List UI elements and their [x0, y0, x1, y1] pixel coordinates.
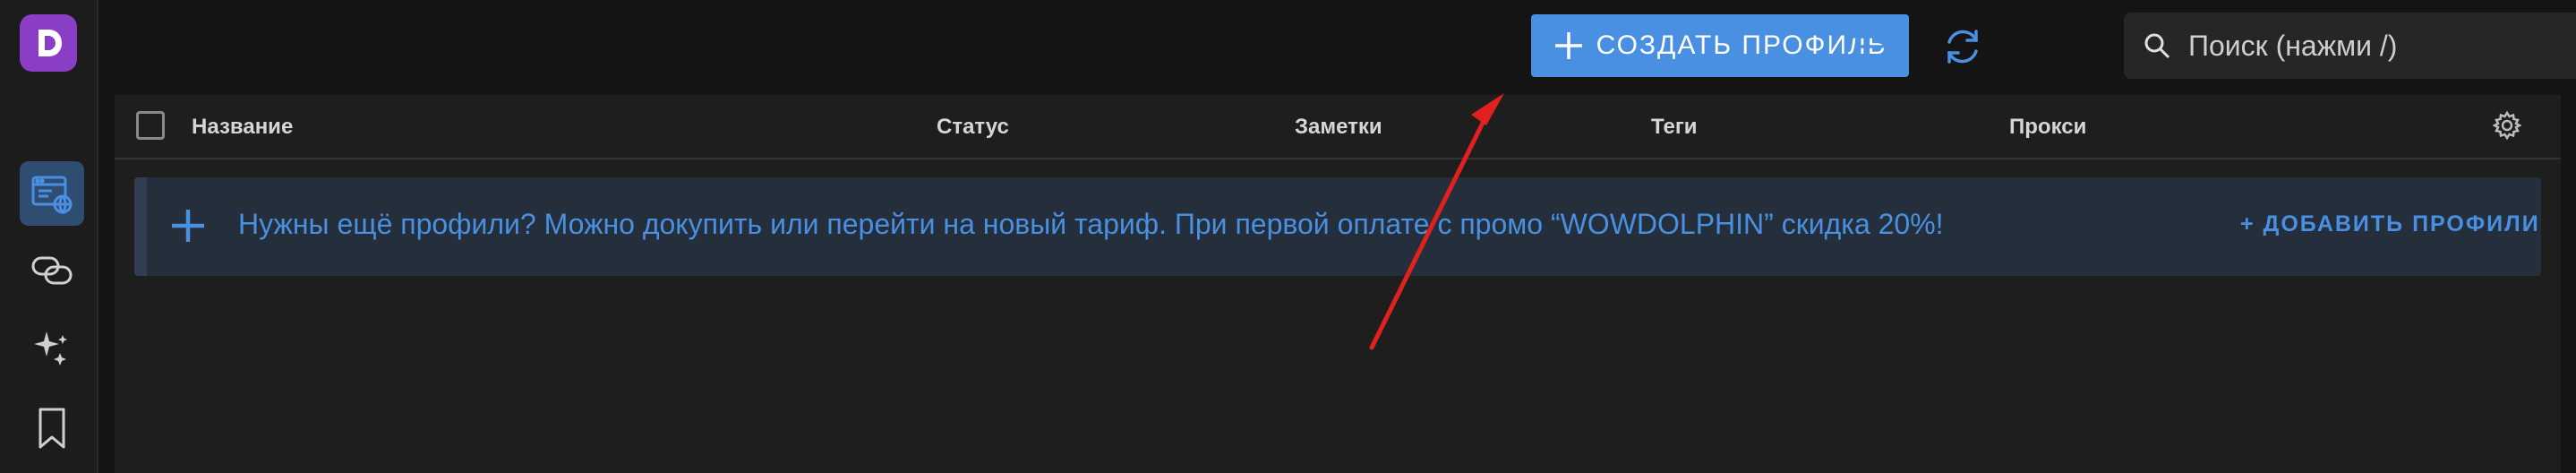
- link-icon: [31, 256, 73, 285]
- sidebar: [0, 0, 98, 473]
- sparkles-icon: [34, 331, 67, 366]
- sidebar-item-bookmarks[interactable]: [20, 396, 84, 460]
- create-profile-label: СОЗДАТЬ ПРОФИЛЬ: [1596, 30, 1887, 60]
- dolphin-logo-icon: [39, 30, 62, 56]
- column-header-status[interactable]: Статус: [937, 115, 1009, 140]
- profiles-table: Название Статус Заметки Теги Прокси Нужн…: [115, 95, 2561, 473]
- sidebar-item-automation[interactable]: [20, 317, 84, 382]
- app-logo[interactable]: [20, 14, 77, 72]
- table-settings-button[interactable]: [2489, 108, 2525, 143]
- search-box[interactable]: [2124, 13, 2576, 79]
- search-icon: [2144, 32, 2170, 59]
- bookmark-icon: [39, 408, 65, 449]
- refresh-icon: [1947, 30, 1978, 64]
- select-all-checkbox[interactable]: [136, 111, 165, 140]
- top-toolbar: СОЗДАТЬ ПРОФИЛЬ: [98, 0, 2576, 90]
- plus-icon: [1553, 30, 1584, 61]
- column-header-name[interactable]: Название: [192, 115, 293, 140]
- filter-icon: [1853, 35, 1890, 58]
- column-header-proxy[interactable]: Прокси: [2009, 115, 2086, 140]
- filter-button[interactable]: [1844, 20, 1898, 73]
- add-profiles-link[interactable]: + ДОБАВИТЬ ПРОФИЛИ: [2240, 211, 2540, 237]
- upgrade-banner: Нужны ещё профили? Можно докупить или пе…: [134, 177, 2541, 276]
- banner-accent-edge: [134, 177, 147, 276]
- column-header-tags[interactable]: Теги: [1651, 115, 1698, 140]
- column-header-notes[interactable]: Заметки: [1295, 115, 1382, 140]
- gear-icon: [2493, 111, 2521, 140]
- refresh-button[interactable]: [1936, 20, 1990, 73]
- banner-message: Нужны ещё профили? Можно докупить или пе…: [238, 208, 1944, 240]
- sidebar-item-profiles[interactable]: [20, 161, 84, 226]
- table-header: Название Статус Заметки Теги Прокси: [115, 95, 2561, 159]
- sidebar-item-links[interactable]: [20, 238, 84, 303]
- search-input[interactable]: [2187, 28, 2576, 64]
- browser-profiles-icon: [31, 176, 73, 215]
- plus-icon: [170, 208, 206, 244]
